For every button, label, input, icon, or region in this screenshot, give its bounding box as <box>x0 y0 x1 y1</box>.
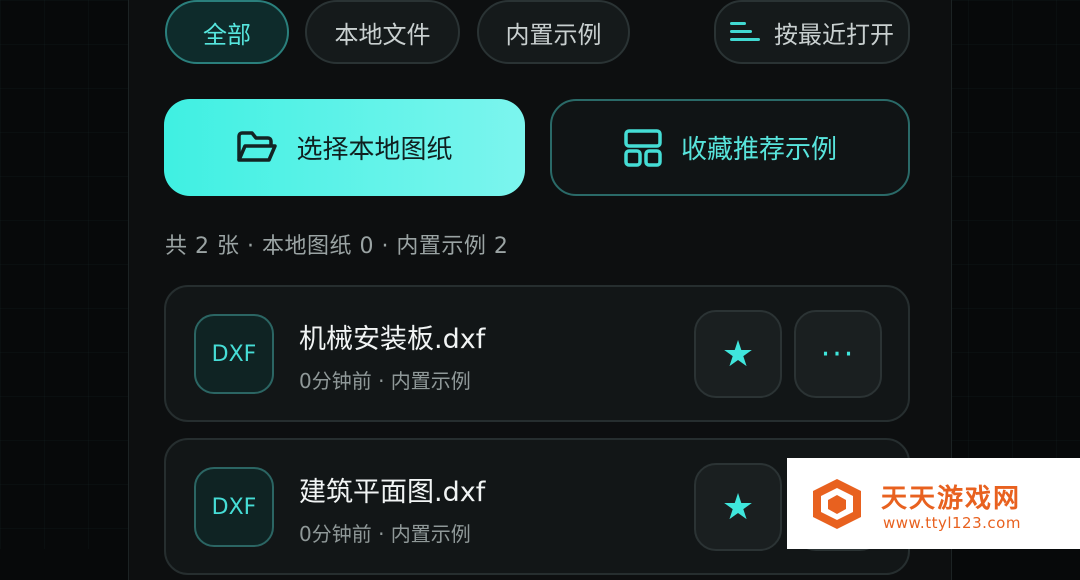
more-options-button[interactable]: ··· <box>794 310 882 398</box>
tab-local-files[interactable]: 本地文件 <box>305 0 460 64</box>
sort-button[interactable]: 按最近打开 <box>714 0 910 64</box>
tab-all-label: 全部 <box>203 20 251 49</box>
watermark: 天天游戏网 www.ttyl123.com <box>787 458 1080 549</box>
file-meta: 0分钟前 · 内置示例 <box>299 522 471 546</box>
favorite-recommended-examples-button[interactable]: 收藏推荐示例 <box>550 99 910 196</box>
tab-all[interactable]: 全部 <box>165 0 289 64</box>
star-icon: ★ <box>721 333 755 375</box>
favorite-button[interactable]: ★ <box>694 310 782 398</box>
favorite-recommended-examples-label: 收藏推荐示例 <box>680 135 837 165</box>
file-meta: 0分钟前 · 内置示例 <box>299 369 471 393</box>
sort-label: 按最近打开 <box>774 20 894 49</box>
tab-local-files-label: 本地文件 <box>334 20 431 49</box>
star-icon: ★ <box>721 486 755 528</box>
tab-builtin-examples[interactable]: 内置示例 <box>477 0 630 64</box>
file-card[interactable]: DXF 机械安装板.dxf 0分钟前 · 内置示例 ★ ··· <box>164 285 910 422</box>
file-type-badge: DXF <box>194 314 274 394</box>
select-local-drawing-label: 选择本地图纸 <box>296 135 453 165</box>
watermark-title: 天天游戏网 <box>881 484 1022 514</box>
favorite-button[interactable]: ★ <box>694 463 782 551</box>
file-name: 机械安装板.dxf <box>299 324 486 355</box>
file-summary: 共 2 张 · 本地图纸 0 · 内置示例 2 <box>165 234 509 259</box>
layout-grid-icon <box>624 128 662 167</box>
watermark-logo-icon <box>813 479 861 529</box>
file-name: 建筑平面图.dxf <box>299 477 486 508</box>
select-local-drawing-button[interactable]: 选择本地图纸 <box>164 99 525 196</box>
tab-builtin-examples-label: 内置示例 <box>505 20 602 49</box>
sort-icon <box>730 20 760 44</box>
more-icon: ··· <box>820 336 856 372</box>
folder-icon <box>237 130 278 162</box>
file-type-badge: DXF <box>194 467 274 547</box>
watermark-url: www.ttyl123.com <box>883 514 1021 532</box>
